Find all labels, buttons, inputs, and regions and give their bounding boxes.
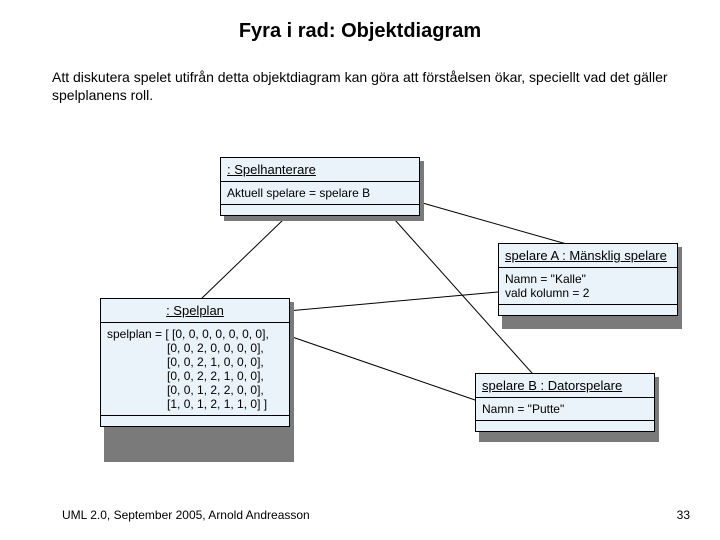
description: Att diskutera spelet utifrån detta objek… bbox=[52, 68, 672, 104]
object-spelplan: : Spelplan spelplan = [ [0, 0, 0, 0, 0, … bbox=[100, 298, 290, 427]
slide: Fyra i rad: Objektdiagram Att diskutera … bbox=[0, 0, 720, 540]
page-number: 33 bbox=[677, 508, 690, 522]
page-title: Fyra i rad: Objektdiagram bbox=[0, 20, 720, 43]
object-name: spelare B : Datorspelare bbox=[476, 374, 654, 397]
object-attributes: spelplan = [ [0, 0, 0, 0, 0, 0, 0], [0, … bbox=[101, 323, 289, 415]
object-spelhanterare: : Spelhanterare Aktuell spelare = spelar… bbox=[220, 157, 420, 216]
object-name: spelare A : Mänsklig spelare bbox=[499, 244, 677, 267]
object-spelare-b: spelare B : Datorspelare Namn = "Putte" bbox=[475, 373, 655, 432]
object-spelare-a: spelare A : Mänsklig spelare Namn = "Kal… bbox=[498, 243, 678, 316]
object-attributes: Namn = "Kalle" vald kolumn = 2 bbox=[499, 268, 677, 304]
object-attributes: Aktuell spelare = spelare B bbox=[221, 182, 419, 204]
object-attributes: Namn = "Putte" bbox=[476, 398, 654, 420]
object-name: : Spelhanterare bbox=[221, 158, 419, 181]
footer-text: UML 2.0, September 2005, Arnold Andreass… bbox=[62, 508, 310, 522]
object-name: : Spelplan bbox=[101, 299, 289, 322]
